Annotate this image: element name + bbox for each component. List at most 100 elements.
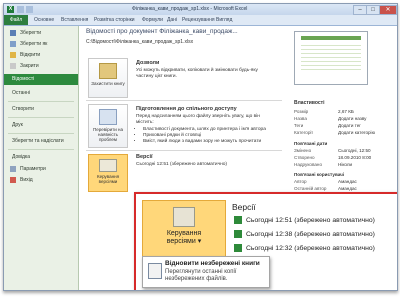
property-row: Назва Додати назву: [294, 116, 394, 123]
manage-versions-button[interactable]: Керування версіями ▾: [142, 200, 226, 258]
property-key: Змінено: [294, 148, 312, 153]
protect-workbook-label: Захистити книгу: [91, 81, 125, 86]
nav-options[interactable]: Параметри: [4, 164, 78, 175]
excel-window: X Філіжанка_кави_продаж_sp1.xlsx - Micro…: [3, 3, 398, 291]
nav-save[interactable]: Зберегти: [4, 28, 78, 39]
list-item: Вміст, який люди з вадами зору не можуть…: [143, 139, 273, 145]
versions-heading: Версії: [136, 154, 153, 160]
tab-formulas[interactable]: Формули: [142, 17, 163, 23]
property-value: Ніколи: [338, 162, 353, 167]
version-item[interactable]: Сьогодні 12:51 (збережено автоматично): [234, 216, 394, 226]
check-for-issues-button[interactable]: Перевірити на наявність проблем: [88, 104, 128, 148]
version-label: Сьогодні 12:38 (збережено автоматично): [246, 230, 375, 238]
nav-help[interactable]: Довідка: [4, 152, 78, 163]
nav-open[interactable]: Відкрити: [4, 50, 78, 61]
nav-recent[interactable]: Останні: [4, 88, 78, 99]
thumbnail-header-band: [301, 36, 361, 40]
property-value: Сьогодні, 12:50: [338, 148, 371, 153]
thumbnail-rows: [301, 42, 361, 72]
property-value: Амандас: [338, 186, 357, 191]
manage-versions-label: Керування версіями: [96, 174, 120, 184]
tab-view[interactable]: Вигляд: [216, 17, 232, 23]
nav-label: Зберегти: [20, 30, 42, 36]
nav-label: Друк: [12, 122, 23, 128]
recover-unsaved-description: Переглянути останні копії незбережених ф…: [165, 269, 237, 282]
version-entry[interactable]: Сьогодні 12:51 (збережено автоматично): [136, 162, 266, 168]
nav-label: Відомості: [12, 76, 35, 82]
tab-page-layout[interactable]: Розмітка сторінки: [94, 17, 135, 23]
tab-home[interactable]: Основне: [34, 17, 54, 23]
property-key: Категорії: [294, 130, 313, 135]
property-value[interactable]: Додати категорію: [338, 130, 375, 135]
window-title: Філіжанка_кави_продаж_sp1.xlsx - Microso…: [132, 6, 248, 12]
property-row: Створено 18.09.2010 8:00: [294, 155, 394, 162]
nav-info[interactable]: Відомості: [4, 74, 78, 85]
prepare-list: Властивості документа, шлях до принтера …: [136, 127, 273, 145]
nav-label: Зберегти як: [20, 41, 48, 47]
nav-divider: [8, 133, 74, 134]
dates-heading: Пов'язані дати: [294, 141, 394, 148]
versions-icon: [173, 207, 195, 227]
quick-save-icon[interactable]: [17, 6, 24, 13]
nav-print[interactable]: Друк: [4, 120, 78, 131]
version-item[interactable]: Сьогодні 12:38 (збережено автоматично): [234, 230, 394, 240]
nav-close[interactable]: Закрити: [4, 61, 78, 72]
maximize-button[interactable]: □: [366, 5, 380, 15]
protect-workbook-button[interactable]: Захистити книгу: [88, 58, 128, 98]
nav-label: Зберегти та надіслати: [12, 138, 64, 144]
exit-icon: [10, 176, 16, 183]
excel-app-icon[interactable]: X: [7, 6, 14, 13]
property-key: Теги: [294, 123, 304, 128]
manage-versions-line2: версіями ▾: [166, 238, 202, 245]
section-divider: [86, 100, 282, 101]
version-label: Сьогодні 12:51 (збережено автоматично): [246, 216, 375, 224]
prepare-heading: Підготовлення до спільного доступу: [136, 106, 237, 112]
property-value[interactable]: Додати назву: [338, 116, 366, 121]
minimize-button[interactable]: –: [353, 5, 367, 15]
property-key: Автор: [294, 179, 307, 184]
close-window-button[interactable]: ✕: [379, 5, 397, 15]
undo-icon[interactable]: [26, 6, 33, 13]
tab-review[interactable]: Рецензування: [182, 17, 215, 23]
close-doc-icon: [10, 62, 16, 69]
version-item[interactable]: Сьогодні 12:32 (збережено автоматично): [234, 244, 394, 254]
nav-save-as[interactable]: Зберегти як: [4, 39, 78, 50]
lock-icon: [99, 63, 117, 79]
nav-label: Останні: [12, 90, 31, 96]
manage-versions-button-small[interactable]: Керування версіями: [88, 154, 128, 192]
section-divider: [86, 150, 282, 151]
nav-label: Вихід: [20, 177, 33, 183]
dates-heading-label: Пов'язані дати: [294, 141, 328, 146]
options-icon: [10, 165, 16, 172]
check-for-issues-label: Перевірити на наявність проблем: [93, 127, 123, 142]
excel-file-icon: [234, 216, 242, 224]
permissions-heading: Дозволи: [136, 60, 160, 66]
property-value: 2,67 КБ: [338, 109, 354, 114]
page-title: Відомості про документ Філіжанка_кави_пр…: [86, 28, 238, 35]
nav-new[interactable]: Створити: [4, 104, 78, 115]
recover-unsaved-title: Відновити незбережені книги: [165, 260, 260, 267]
properties-heading[interactable]: Властивості: [294, 100, 325, 106]
ribbon-tab-bar: Файл Основне Вставлення Розмітка сторінк…: [4, 15, 397, 26]
properties-panel: Властивості Розмір 2,67 КБ Назва Додати на…: [294, 100, 375, 191]
people-heading: Пов'язані користувачі: [294, 172, 394, 179]
permissions-section: Дозволи Усі можуть відкривати, копіювати…: [136, 60, 266, 80]
nav-save-send[interactable]: Зберегти та надіслати: [4, 136, 78, 147]
permissions-text: Усі можуть відкривати, копіювати й зміню…: [136, 68, 258, 79]
save-as-icon: [10, 40, 16, 47]
tab-data[interactable]: Дані: [167, 17, 177, 23]
nav-label: Параметри: [20, 166, 46, 172]
property-value[interactable]: Додати тег: [338, 123, 361, 128]
people-heading-label: Пов'язані користувачі: [294, 172, 345, 177]
manage-versions-line1: Керування: [166, 230, 202, 237]
version-label: Сьогодні 12:32 (збережено автоматично): [246, 244, 375, 252]
excel-file-icon: [234, 244, 242, 252]
tab-file[interactable]: Файл: [4, 15, 28, 25]
property-key: Надруковано: [294, 162, 323, 167]
manage-versions-label: Керування версіями ▾: [143, 230, 225, 246]
recover-unsaved-menu-item[interactable]: Відновити незбережені книги Переглянути …: [142, 256, 270, 288]
property-key: Розмір: [294, 109, 309, 114]
tab-insert[interactable]: Вставлення: [61, 17, 88, 23]
property-key: Назва: [294, 116, 307, 121]
nav-exit[interactable]: Вихід: [4, 175, 78, 186]
